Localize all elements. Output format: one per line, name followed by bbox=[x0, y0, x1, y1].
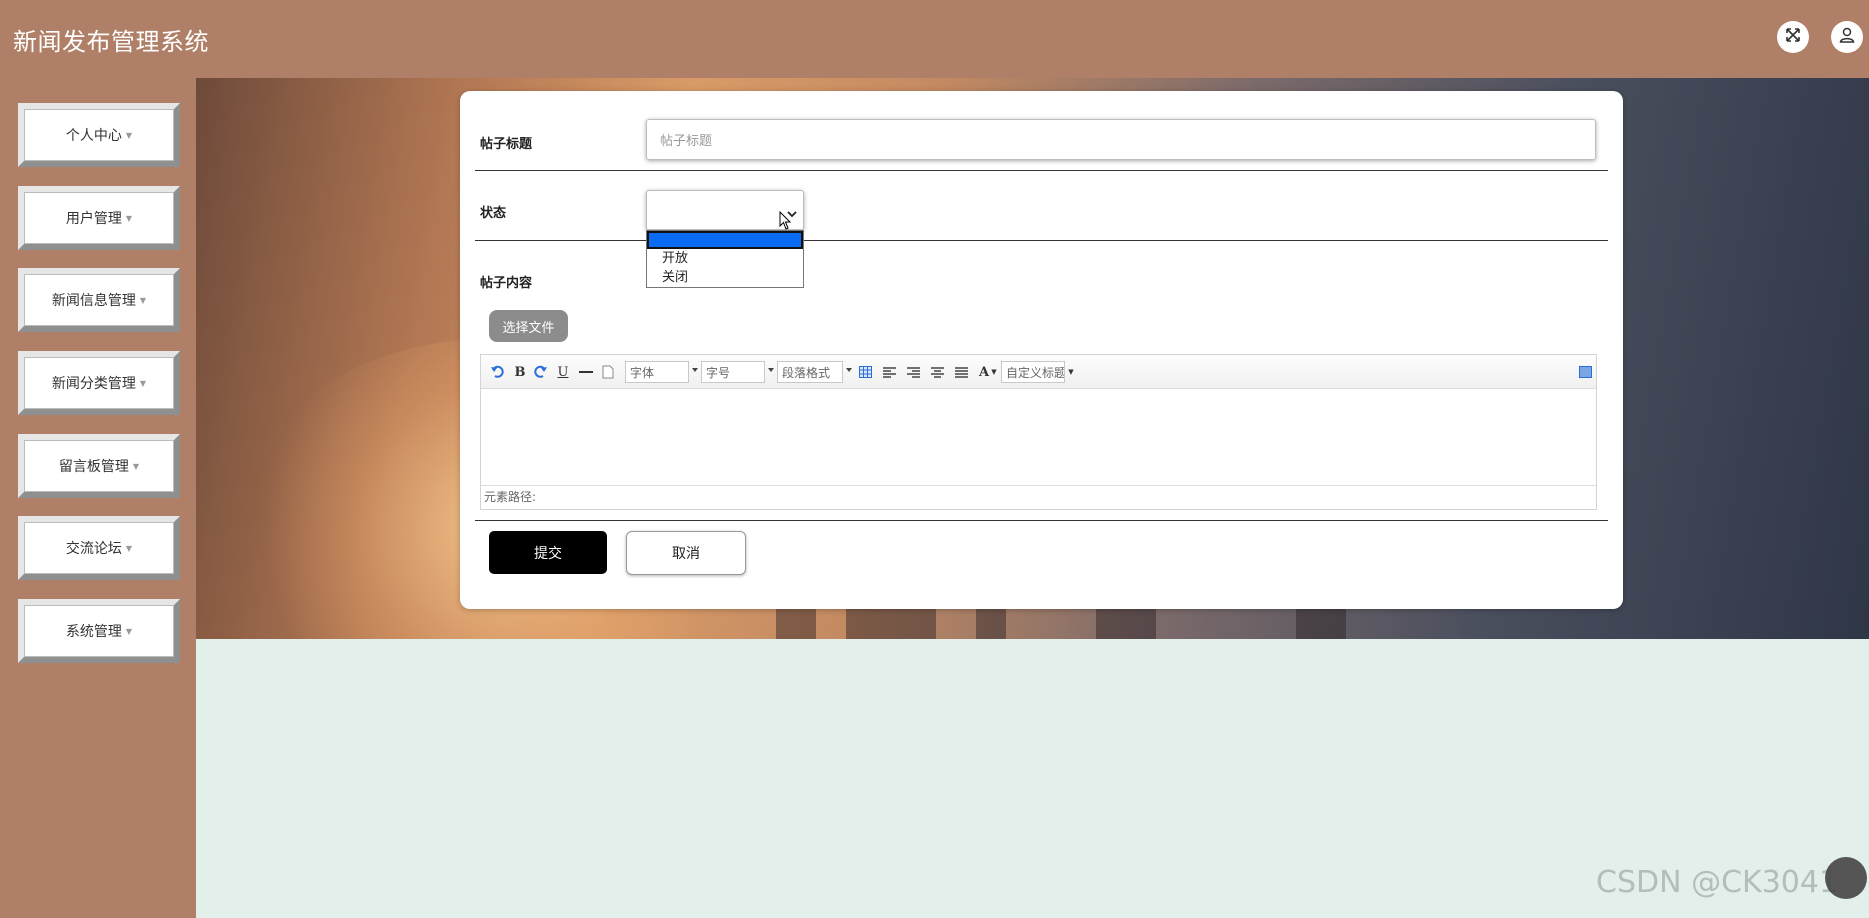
building-silhouette bbox=[976, 609, 1006, 639]
caret-down-icon: ▼ bbox=[125, 543, 133, 553]
caret-down-icon: ▼ bbox=[139, 295, 147, 305]
app-title: 新闻发布管理系统 bbox=[13, 28, 209, 56]
caret-down-icon[interactable]: ▼ bbox=[991, 363, 997, 381]
choose-file-button[interactable]: 选择文件 bbox=[489, 310, 568, 342]
user-icon bbox=[1838, 26, 1856, 48]
sidebar-item-label: 用户管理 bbox=[65, 211, 122, 227]
status-label: 状态 bbox=[480, 206, 507, 221]
rich-text-editor: B U 字体 字号 段落格式 A ▼ 自定义标题 ▼ 元素路径: bbox=[480, 354, 1597, 510]
font-family-value: 字体 bbox=[630, 365, 655, 380]
sidebar-item-label: 留言板管理 bbox=[58, 459, 129, 475]
sidebar-item-personal-center[interactable]: 个人中心 ▼ bbox=[18, 103, 180, 167]
title-input[interactable]: 帖子标题 bbox=[646, 119, 1596, 160]
status-option-closed[interactable]: 关闭 bbox=[647, 268, 803, 287]
user-menu-button[interactable] bbox=[1831, 21, 1863, 53]
sidebar: 个人中心 ▼ 用户管理 ▼ 新闻信息管理 ▼ 新闻分类管理 ▼ 留言板管理 ▼ 交流论坛 ▼… bbox=[0, 78, 196, 918]
caret-down-icon: ▼ bbox=[125, 626, 133, 636]
caret-down-icon bbox=[846, 368, 852, 372]
font-size-value: 字号 bbox=[706, 365, 731, 380]
underline-icon[interactable]: U bbox=[556, 363, 570, 381]
sidebar-item-forum[interactable]: 交流论坛 ▼ bbox=[18, 516, 180, 580]
editor-element-path: 元素路径: bbox=[481, 485, 1596, 509]
horizontal-rule-icon[interactable] bbox=[579, 363, 593, 381]
caret-down-icon[interactable]: ▼ bbox=[1067, 363, 1075, 381]
paragraph-format-select[interactable]: 段落格式 bbox=[777, 361, 852, 383]
caret-down-icon: ▼ bbox=[139, 378, 147, 388]
redo-icon[interactable] bbox=[533, 363, 549, 381]
caret-down-icon: ▼ bbox=[125, 130, 133, 140]
font-color-icon[interactable]: A bbox=[977, 363, 991, 381]
sidebar-item-news-category[interactable]: 新闻分类管理 ▼ bbox=[18, 351, 180, 415]
status-dropdown-list: 开放 关闭 bbox=[646, 230, 804, 288]
building-silhouette bbox=[1096, 609, 1156, 639]
fullscreen-icon bbox=[1785, 27, 1801, 47]
align-center-icon[interactable] bbox=[930, 363, 944, 381]
post-form-card: 帖子标题 帖子标题 状态 开放 关闭 帖子内容 选择文件 B U 字体 字号 段… bbox=[460, 91, 1623, 609]
custom-title-select[interactable]: 自定义标题 bbox=[1001, 361, 1065, 383]
sidebar-item-news-info[interactable]: 新闻信息管理 ▼ bbox=[18, 268, 180, 332]
watermark-text: CSDN @CK3041 bbox=[1596, 865, 1839, 900]
bold-icon[interactable]: B bbox=[513, 363, 527, 381]
font-size-select[interactable]: 字号 bbox=[701, 361, 774, 383]
editor-toolbar: B U 字体 字号 段落格式 A ▼ 自定义标题 ▼ bbox=[481, 355, 1596, 389]
floating-action-button[interactable] bbox=[1825, 857, 1867, 899]
mouse-cursor-icon bbox=[779, 210, 793, 235]
cancel-button[interactable]: 取消 bbox=[626, 531, 746, 575]
table-icon[interactable] bbox=[858, 363, 872, 381]
sidebar-item-message-board[interactable]: 留言板管理 ▼ bbox=[18, 434, 180, 498]
content-label: 帖子内容 bbox=[480, 276, 533, 291]
building-silhouette bbox=[846, 609, 936, 639]
justify-icon[interactable] bbox=[954, 363, 968, 381]
divider bbox=[475, 520, 1608, 521]
page-icon[interactable] bbox=[601, 363, 615, 381]
divider bbox=[475, 170, 1608, 171]
caret-down-icon bbox=[768, 368, 774, 372]
align-right-icon[interactable] bbox=[906, 363, 920, 381]
caret-down-icon bbox=[692, 368, 698, 372]
top-header: 新闻发布管理系统 bbox=[0, 0, 1869, 78]
title-label: 帖子标题 bbox=[480, 137, 533, 152]
caret-down-icon: ▼ bbox=[125, 213, 133, 223]
custom-title-value: 自定义标题 bbox=[1006, 365, 1065, 380]
preview-icon[interactable] bbox=[1578, 363, 1592, 381]
fullscreen-button[interactable] bbox=[1777, 21, 1809, 53]
undo-icon[interactable] bbox=[489, 363, 505, 381]
status-option-open[interactable]: 开放 bbox=[647, 249, 803, 268]
sidebar-item-label: 新闻信息管理 bbox=[51, 293, 136, 309]
title-placeholder: 帖子标题 bbox=[660, 134, 713, 149]
sidebar-item-system[interactable]: 系统管理 ▼ bbox=[18, 599, 180, 663]
caret-down-icon: ▼ bbox=[132, 461, 140, 471]
submit-button[interactable]: 提交 bbox=[489, 531, 607, 574]
font-family-select[interactable]: 字体 bbox=[625, 361, 698, 383]
align-left-icon[interactable] bbox=[882, 363, 896, 381]
sidebar-item-label: 系统管理 bbox=[65, 624, 122, 640]
paragraph-format-value: 段落格式 bbox=[782, 365, 831, 380]
editor-content-area[interactable] bbox=[481, 389, 1596, 485]
divider bbox=[475, 240, 1608, 241]
sidebar-item-user-management[interactable]: 用户管理 ▼ bbox=[18, 186, 180, 250]
sidebar-item-label: 新闻分类管理 bbox=[51, 376, 136, 392]
sidebar-item-label: 交流论坛 bbox=[65, 541, 122, 557]
sidebar-item-label: 个人中心 bbox=[65, 128, 122, 144]
building-silhouette bbox=[776, 609, 816, 639]
building-silhouette bbox=[1296, 609, 1346, 639]
